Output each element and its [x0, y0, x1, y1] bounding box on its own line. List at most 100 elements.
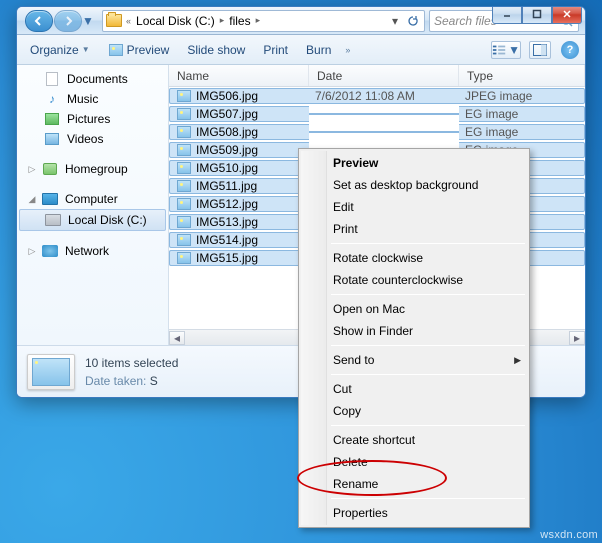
column-headers: Name Date Type [169, 65, 585, 87]
refresh-icon[interactable] [404, 12, 422, 30]
file-name: IMG507.jpg [196, 107, 258, 121]
date-taken-label: Date taken: [85, 374, 146, 388]
file-name: IMG513.jpg [196, 215, 258, 229]
back-button[interactable] [25, 10, 53, 32]
image-file-icon [176, 197, 192, 211]
image-file-icon [176, 161, 192, 175]
network-icon [41, 243, 59, 259]
menu-separator [331, 425, 525, 426]
folder-icon [105, 12, 123, 30]
videos-icon [43, 131, 61, 147]
file-name: IMG506.jpg [196, 89, 258, 103]
history-dropdown-icon[interactable]: ▼ [82, 14, 94, 28]
music-icon: ♪ [43, 91, 61, 107]
table-row[interactable]: IMG506.jpg7/6/2012 11:08 AMJPEG image [169, 87, 585, 105]
watermark: wsxdn.com [540, 529, 598, 541]
dropdown-icon[interactable]: ▾ [386, 12, 404, 30]
sidebar-item-pictures[interactable]: Pictures [17, 109, 168, 129]
slideshow-button[interactable]: Slide show [180, 39, 252, 61]
burn-button[interactable]: Burn [299, 39, 338, 61]
file-date [309, 113, 459, 115]
command-bar: Organize▼ Preview Slide show Print Burn … [17, 35, 585, 65]
file-name: IMG514.jpg [196, 233, 258, 247]
breadcrumb-drive[interactable]: Local Disk (C:) [134, 14, 217, 28]
menu-separator [331, 294, 525, 295]
image-file-icon [176, 215, 192, 229]
image-file-icon [176, 179, 192, 193]
file-type: EG image [459, 124, 585, 140]
breadcrumb-chevron-icon[interactable]: ▸ [217, 15, 228, 26]
breadcrumb-chevron-icon[interactable]: ▸ [253, 15, 264, 26]
sidebar-item-network[interactable]: ▷Network [17, 241, 168, 261]
scroll-right-icon[interactable]: ▸ [569, 331, 585, 345]
minimize-button[interactable] [492, 6, 522, 24]
preview-pane-button[interactable] [529, 41, 551, 59]
file-date: 7/6/2012 11:08 AM [309, 88, 459, 104]
menu-preview[interactable]: Preview [301, 152, 527, 174]
maximize-button[interactable] [522, 6, 552, 24]
context-menu: Preview Set as desktop background Edit P… [298, 148, 530, 528]
menu-show-in-finder[interactable]: Show in Finder [301, 320, 527, 342]
menu-rename[interactable]: Rename [301, 473, 527, 495]
file-name: IMG510.jpg [196, 161, 258, 175]
forward-button[interactable] [54, 10, 82, 32]
menu-properties[interactable]: Properties [301, 502, 527, 524]
image-file-icon [176, 107, 192, 121]
menu-copy[interactable]: Copy [301, 400, 527, 422]
sidebar-item-music[interactable]: ♪Music [17, 89, 168, 109]
file-name: IMG515.jpg [196, 251, 258, 265]
help-button[interactable]: ? [561, 41, 579, 59]
menu-rotate-cw[interactable]: Rotate clockwise [301, 247, 527, 269]
date-taken-value: S [150, 374, 158, 388]
file-name: IMG508.jpg [196, 125, 258, 139]
preview-button[interactable]: Preview [101, 39, 177, 61]
pictures-icon [43, 111, 61, 127]
sidebar-item-computer[interactable]: ◢Computer [17, 189, 168, 209]
menu-print[interactable]: Print [301, 218, 527, 240]
table-row[interactable]: IMG508.jpg EG image [169, 123, 585, 141]
menu-set-desktop-bg[interactable]: Set as desktop background [301, 174, 527, 196]
file-name: IMG512.jpg [196, 197, 258, 211]
file-type: EG image [459, 106, 585, 122]
menu-separator [331, 374, 525, 375]
print-button[interactable]: Print [256, 39, 295, 61]
preview-icon [108, 43, 124, 57]
image-file-icon [176, 125, 192, 139]
overflow-icon[interactable]: » [342, 45, 353, 55]
file-date [309, 131, 459, 133]
expand-icon[interactable]: ▷ [27, 246, 37, 257]
file-name: IMG509.jpg [196, 143, 258, 157]
menu-open-on-mac[interactable]: Open on Mac [301, 298, 527, 320]
column-date[interactable]: Date [309, 65, 459, 86]
image-file-icon [176, 89, 192, 103]
expand-icon[interactable]: ▷ [27, 164, 37, 175]
breadcrumb-sep-icon: « [123, 16, 134, 26]
column-type[interactable]: Type [459, 65, 585, 86]
sidebar-item-homegroup[interactable]: ▷Homegroup [17, 159, 168, 179]
menu-separator [331, 498, 525, 499]
menu-send-to[interactable]: Send to▶ [301, 349, 527, 371]
organize-button[interactable]: Organize▼ [23, 39, 97, 61]
view-options-button[interactable]: ▼ [491, 41, 521, 59]
menu-delete[interactable]: Delete [301, 451, 527, 473]
collapse-icon[interactable]: ◢ [27, 194, 37, 205]
column-name[interactable]: Name [169, 65, 309, 86]
document-icon [43, 71, 61, 87]
close-button[interactable] [552, 6, 582, 24]
image-file-icon [176, 143, 192, 157]
nav-buttons [25, 10, 82, 32]
sidebar-item-videos[interactable]: Videos [17, 129, 168, 149]
search-placeholder: Search files [434, 14, 497, 28]
thumbnail-icon [27, 354, 75, 390]
sidebar-item-documents[interactable]: Documents [17, 69, 168, 89]
menu-edit[interactable]: Edit [301, 196, 527, 218]
sidebar-item-local-disk[interactable]: Local Disk (C:) [19, 209, 166, 231]
table-row[interactable]: IMG507.jpg EG image [169, 105, 585, 123]
menu-rotate-ccw[interactable]: Rotate counterclockwise [301, 269, 527, 291]
address-bar[interactable]: « Local Disk (C:) ▸ files ▸ ▾ [102, 10, 425, 32]
menu-create-shortcut[interactable]: Create shortcut [301, 429, 527, 451]
disk-icon [44, 212, 62, 228]
menu-cut[interactable]: Cut [301, 378, 527, 400]
scroll-left-icon[interactable]: ◂ [169, 331, 185, 345]
breadcrumb-folder[interactable]: files [227, 14, 252, 28]
